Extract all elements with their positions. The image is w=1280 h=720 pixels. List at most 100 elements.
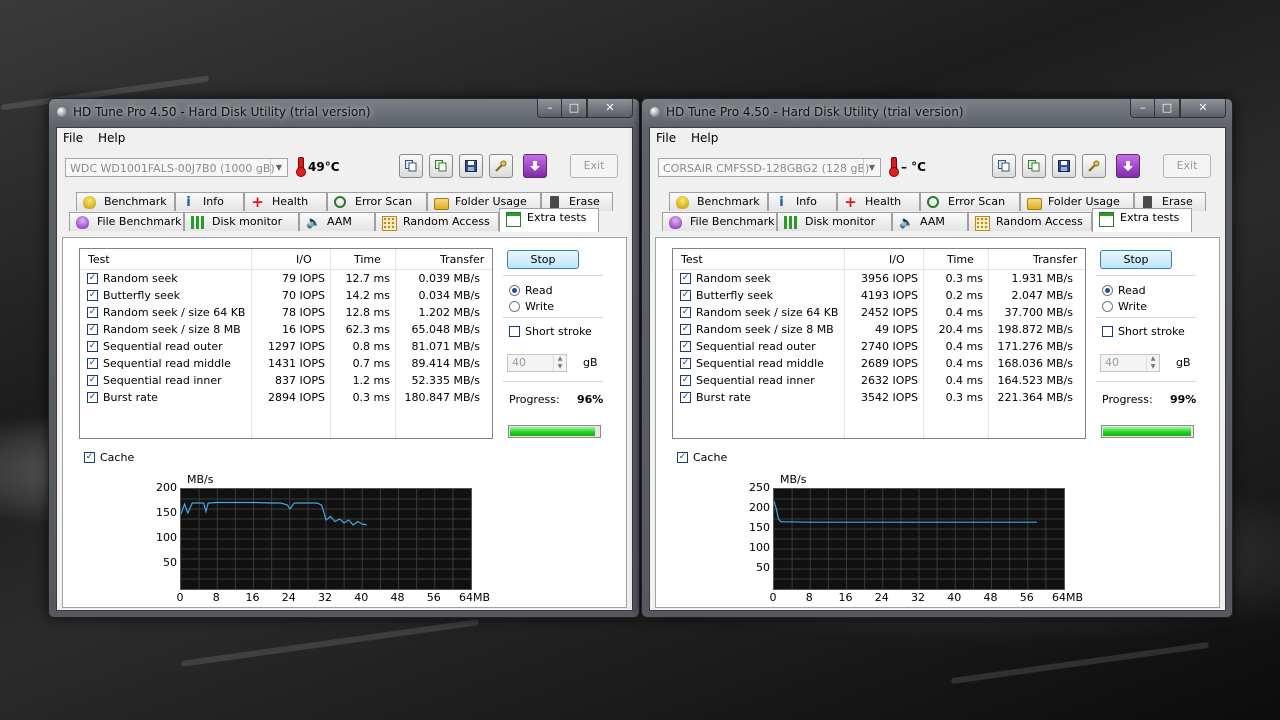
row-checkbox[interactable]: ✓ (87, 358, 98, 369)
table-row[interactable]: ✓ Random seek / size 8 MB 49 IOPS 20.4 ms 19… (673, 321, 1085, 338)
spin-arrows-icon[interactable]: ▲ ▼ (553, 355, 566, 371)
tab-health[interactable]: + Health (244, 192, 327, 211)
close-button[interactable]: ✕ (587, 99, 633, 118)
row-checkbox[interactable]: ✓ (680, 324, 691, 335)
cache-checkbox[interactable]: ✓ (84, 452, 95, 463)
cell-transfer: 221.364 MB/s (997, 391, 1073, 404)
column-header-transfer[interactable]: Transfer (1033, 253, 1077, 266)
tab-extra-tests[interactable]: Extra tests (499, 208, 599, 232)
row-checkbox[interactable]: ✓ (680, 307, 691, 318)
save-button[interactable] (459, 154, 483, 178)
minimize-button[interactable]: – (537, 99, 563, 118)
close-button[interactable]: ✕ (1180, 99, 1226, 118)
menu-help[interactable]: Help (691, 131, 718, 145)
column-header-io[interactable]: I/O (889, 253, 905, 266)
row-checkbox[interactable]: ✓ (680, 392, 691, 403)
row-checkbox[interactable]: ✓ (87, 341, 98, 352)
column-header-time[interactable]: Time (947, 253, 974, 266)
hdtune-window-1: HD Tune Pro 4.50 - Hard Disk Utility (tr… (48, 98, 640, 618)
column-header-test[interactable]: Test (681, 253, 703, 266)
options-button[interactable] (1082, 154, 1106, 178)
row-checkbox[interactable]: ✓ (87, 290, 98, 301)
table-row[interactable]: ✓ Burst rate 2894 IOPS 0.3 ms 180.847 MB/s (80, 389, 492, 406)
row-checkbox[interactable]: ✓ (87, 324, 98, 335)
maximize-button[interactable]: □ (1154, 99, 1180, 118)
stop-button[interactable]: Stop (507, 250, 579, 269)
row-checkbox[interactable]: ✓ (680, 358, 691, 369)
copy-info-button[interactable] (992, 154, 1016, 178)
row-checkbox[interactable]: ✓ (87, 273, 98, 284)
tab-info[interactable]: i Info (175, 192, 244, 211)
table-row[interactable]: ✓ Burst rate 3542 IOPS 0.3 ms 221.364 MB/s (673, 389, 1085, 406)
write-radio[interactable] (1102, 301, 1113, 312)
tab-info[interactable]: i Info (768, 192, 837, 211)
tab-benchmark[interactable]: Benchmark (669, 192, 768, 211)
tab-extra-tests[interactable]: Extra tests (1092, 208, 1192, 232)
row-checkbox[interactable]: ✓ (680, 290, 691, 301)
row-checkbox[interactable]: ✓ (680, 273, 691, 284)
tab-health[interactable]: + Health (837, 192, 920, 211)
table-row[interactable]: ✓ Sequential read middle 2689 IOPS 0.4 ms 16… (673, 355, 1085, 372)
column-header-transfer[interactable]: Transfer (440, 253, 484, 266)
cache-checkbox[interactable]: ✓ (677, 452, 688, 463)
tab-file-benchmark[interactable]: File Benchmark (662, 212, 777, 231)
column-header-time[interactable]: Time (354, 253, 381, 266)
table-row[interactable]: ✓ Random seek / size 64 KB 78 IOPS 12.8 ms 1… (80, 304, 492, 321)
spin-arrows-icon[interactable]: ▲ ▼ (1146, 355, 1159, 371)
copy-all-button[interactable] (1022, 154, 1046, 178)
tab-error-scan[interactable]: Error Scan (920, 192, 1020, 211)
short-stroke-size-input[interactable]: 40 ▲ ▼ (1100, 354, 1160, 372)
save-button[interactable] (1052, 154, 1076, 178)
cell-io: 79 IOPS (281, 272, 325, 285)
menu-file[interactable]: File (63, 131, 83, 145)
tab-file-benchmark[interactable]: File Benchmark (69, 212, 184, 231)
row-checkbox[interactable]: ✓ (87, 307, 98, 318)
tab-aam[interactable]: 🔈 AAM (299, 212, 375, 231)
copy-all-button[interactable] (429, 154, 453, 178)
row-checkbox[interactable]: ✓ (87, 392, 98, 403)
copy-info-button[interactable] (399, 154, 423, 178)
download-button[interactable] (523, 154, 547, 178)
short-stroke-checkbox[interactable] (1102, 326, 1113, 337)
stop-button[interactable]: Stop (1100, 250, 1172, 269)
table-row[interactable]: ✓ Random seek 79 IOPS 12.7 ms 0.039 MB/s (80, 270, 492, 287)
table-row[interactable]: ✓ Sequential read inner 2632 IOPS 0.4 ms 164… (673, 372, 1085, 389)
tab-random-access[interactable]: Random Access (375, 212, 499, 231)
table-row[interactable]: ✓ Butterfly seek 4193 IOPS 0.2 ms 2.047 MB/s (673, 287, 1085, 304)
table-row[interactable]: ✓ Random seek / size 64 KB 2452 IOPS 0.4 ms… (673, 304, 1085, 321)
table-row[interactable]: ✓ Sequential read outer 2740 IOPS 0.4 ms 171… (673, 338, 1085, 355)
short-stroke-size-input[interactable]: 40 ▲ ▼ (507, 354, 567, 372)
tab-benchmark[interactable]: Benchmark (76, 192, 175, 211)
options-button[interactable] (489, 154, 513, 178)
tab-error-scan[interactable]: Error Scan (327, 192, 427, 211)
short-stroke-checkbox[interactable] (509, 326, 520, 337)
menu-file[interactable]: File (656, 131, 676, 145)
exit-button[interactable]: Exit (1163, 154, 1211, 178)
table-row[interactable]: ✓ Sequential read outer 1297 IOPS 0.8 ms 81.… (80, 338, 492, 355)
table-row[interactable]: ✓ Random seek 3956 IOPS 0.3 ms 1.931 MB/s (673, 270, 1085, 287)
column-header-test[interactable]: Test (88, 253, 110, 266)
tab-disk-monitor[interactable]: Disk monitor (777, 212, 892, 231)
read-radio[interactable] (1102, 285, 1113, 296)
column-header-io[interactable]: I/O (296, 253, 312, 266)
row-checkbox[interactable]: ✓ (680, 375, 691, 386)
tab-aam[interactable]: 🔈 AAM (892, 212, 968, 231)
row-checkbox[interactable]: ✓ (87, 375, 98, 386)
write-radio[interactable] (509, 301, 520, 312)
tab-random-access[interactable]: Random Access (968, 212, 1092, 231)
background-streak (950, 641, 1210, 685)
minimize-button[interactable]: – (1130, 99, 1156, 118)
table-row[interactable]: ✓ Sequential read middle 1431 IOPS 0.7 ms 89… (80, 355, 492, 372)
download-button[interactable] (1116, 154, 1140, 178)
table-row[interactable]: ✓ Random seek / size 8 MB 16 IOPS 62.3 ms 65… (80, 321, 492, 338)
tab-disk-monitor[interactable]: Disk monitor (184, 212, 299, 231)
table-row[interactable]: ✓ Butterfly seek 70 IOPS 14.2 ms 0.034 MB/s (80, 287, 492, 304)
drive-select[interactable]: CORSAIR CMFSSD-128GBG2 (128 gB) ▼ (658, 158, 881, 177)
maximize-button[interactable]: □ (561, 99, 587, 118)
drive-select[interactable]: WDC WD1001FALS-00J7B0 (1000 gB) ▼ (65, 158, 288, 177)
exit-button[interactable]: Exit (570, 154, 618, 178)
table-row[interactable]: ✓ Sequential read inner 837 IOPS 1.2 ms 52.3… (80, 372, 492, 389)
menu-help[interactable]: Help (98, 131, 125, 145)
row-checkbox[interactable]: ✓ (680, 341, 691, 352)
read-radio[interactable] (509, 285, 520, 296)
